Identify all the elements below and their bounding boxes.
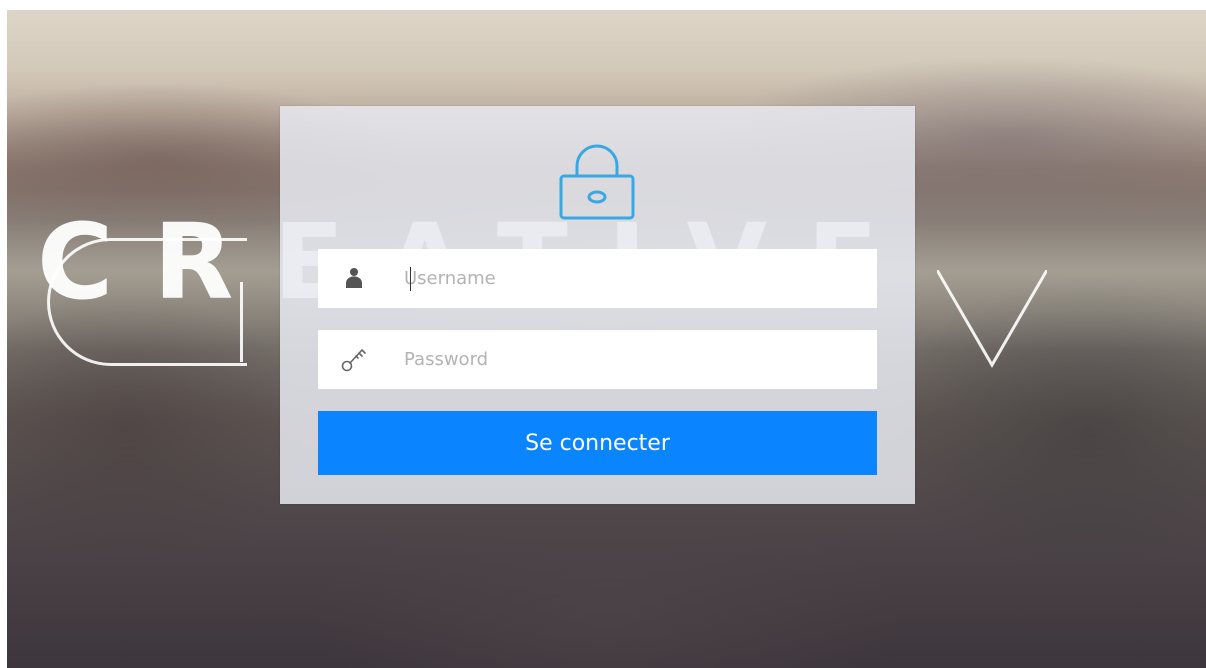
key-icon xyxy=(341,348,366,372)
username-field[interactable] xyxy=(318,249,877,308)
lock-icon xyxy=(559,144,635,220)
login-button[interactable]: Se connecter xyxy=(318,411,877,475)
username-input[interactable] xyxy=(404,249,864,308)
user-icon xyxy=(346,268,362,288)
password-input[interactable] xyxy=(404,330,864,389)
password-field[interactable] xyxy=(318,330,877,389)
login-page: CREATIVE Se connecter xyxy=(7,10,1206,668)
text-caret xyxy=(410,267,411,291)
login-card: Se connecter xyxy=(280,106,915,504)
